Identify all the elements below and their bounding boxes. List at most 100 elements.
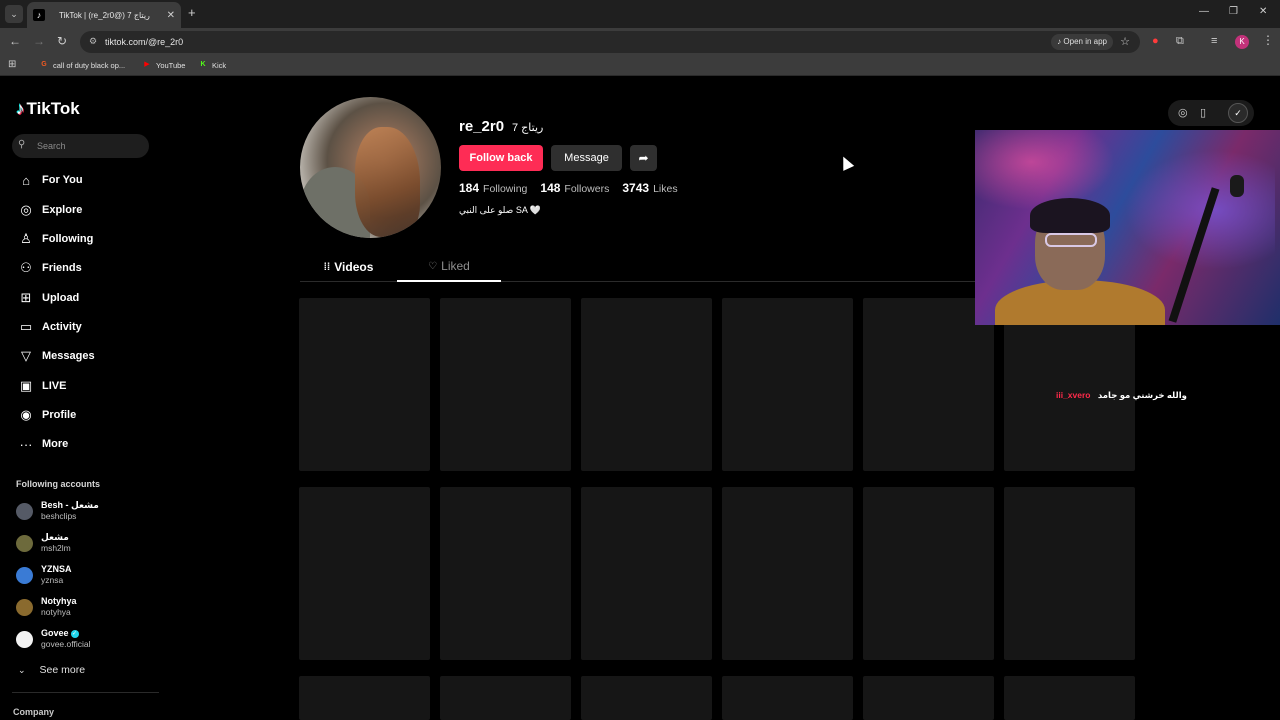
nav-for-you[interactable]: ⌂ For You — [16, 170, 83, 190]
nav-messages[interactable]: ▽ Messages — [16, 346, 95, 366]
bookmark-kick[interactable]: K Kick — [198, 60, 226, 70]
reload-icon[interactable]: ↻ — [57, 34, 67, 48]
bookmark-star-icon[interactable]: ☆ — [1120, 35, 1130, 48]
back-arrow-icon[interactable]: ← — [9, 34, 21, 48]
bookmark-cod[interactable]: G call of duty black op... — [39, 60, 125, 70]
browser-menu-icon[interactable]: ⋮ — [1262, 33, 1274, 47]
media-control-icon[interactable]: ≡ — [1211, 35, 1217, 47]
account-username: msh2lm — [41, 543, 71, 553]
streamer-hair — [1030, 198, 1110, 233]
followers-label[interactable]: Followers — [564, 183, 609, 195]
minimize-icon[interactable]: — — [1199, 6, 1209, 17]
bookmark-label: YouTube — [156, 60, 186, 70]
tab-liked-label: Liked — [441, 259, 470, 273]
video-tile-placeholder[interactable] — [440, 298, 571, 471]
browser-profile-avatar[interactable]: K — [1235, 35, 1249, 49]
user-avatar[interactable]: ✓ — [1228, 103, 1248, 123]
chat-text: والله خرشني مو جامد — [1097, 390, 1187, 400]
extension-red-icon[interactable]: ● — [1152, 35, 1159, 47]
account-name: YZNSA — [41, 564, 72, 574]
following-account-item[interactable]: Notyhya notyhya — [16, 596, 77, 618]
tiktok-note-icon: ♪ — [16, 99, 25, 118]
share-button[interactable]: ➦ — [630, 145, 657, 171]
extensions-puzzle-icon[interactable]: ⧉ — [1176, 35, 1184, 48]
bookmarks-bar: ⊞ G call of duty black op... ▶ YouTube K… — [0, 56, 1280, 76]
video-tile-placeholder[interactable] — [440, 676, 571, 720]
compass-icon: ◎ — [20, 202, 32, 217]
cod-favicon-icon: G — [41, 61, 47, 68]
profile-avatar — [300, 97, 441, 238]
video-tile-placeholder[interactable] — [722, 298, 853, 471]
video-tile-placeholder[interactable] — [722, 676, 853, 720]
video-tile-placeholder[interactable] — [581, 487, 712, 660]
nav-label: For You — [42, 174, 83, 186]
tab-videos[interactable]: ⁞⁞ Videos — [300, 252, 397, 282]
following-account-item[interactable]: مشعل msh2lm — [16, 532, 71, 554]
browser-tab-tiktok[interactable]: ♪ TikTok | (re_2r0@) ريتاج 7 ✕ — [27, 2, 181, 28]
bookmark-youtube[interactable]: ▶ YouTube — [142, 60, 185, 70]
nav-live[interactable]: ▣ LIVE — [16, 376, 67, 396]
coins-icon[interactable]: ◎ — [1178, 106, 1188, 119]
following-account-item[interactable]: Besh - مشعل beshclips — [16, 500, 99, 522]
address-bar[interactable]: ⚙ tiktok.com/@re_2r0 ♪ Open in app ☆ — [80, 31, 1140, 53]
video-tile-placeholder[interactable] — [863, 676, 994, 720]
video-tile-placeholder[interactable] — [1004, 487, 1135, 660]
nav-explore[interactable]: ◎ Explore — [16, 200, 82, 220]
tiktok-logo[interactable]: ♪ TikTok — [16, 99, 80, 119]
following-account-item[interactable]: Govee ✓ govee.official — [16, 628, 90, 650]
following-label[interactable]: Following — [483, 183, 527, 195]
activity-icon: ▭ — [19, 319, 33, 334]
nav-label: Friends — [42, 262, 82, 274]
nav-upload[interactable]: ⊞ Upload — [16, 288, 80, 308]
tab-close-icon[interactable]: ✕ — [167, 10, 175, 21]
tab-liked[interactable]: ♡ Liked — [397, 252, 501, 282]
following-count[interactable]: 184 — [459, 181, 479, 195]
tab-title: TikTok | (re_2r0@) ريتاج 7 — [59, 10, 150, 20]
site-info-icon[interactable]: ⚙ — [89, 36, 97, 47]
following-account-item[interactable]: YZNSA yznsa — [16, 564, 72, 586]
browser-toolbar: ← → ↻ ⚙ tiktok.com/@re_2r0 ♪ Open in app… — [0, 28, 1280, 56]
heart-lock-icon: ♡ — [428, 260, 438, 272]
video-tile-placeholder[interactable] — [299, 487, 430, 660]
nav-profile[interactable]: ◉ Profile — [16, 405, 76, 425]
nav-friends[interactable]: ⚇ Friends — [16, 258, 82, 278]
followers-count[interactable]: 148 — [540, 181, 560, 195]
see-more-button[interactable]: ⌄ See more — [18, 664, 85, 676]
header-actions: ◎ ▯ ✓ — [1168, 100, 1254, 126]
search-input[interactable]: ⚲ Search — [12, 134, 149, 158]
window-close-icon[interactable]: ✕ — [1259, 6, 1267, 17]
open-in-app-button[interactable]: ♪ Open in app — [1051, 34, 1113, 50]
nav-label: Following — [42, 233, 94, 245]
see-more-label: See more — [39, 664, 86, 676]
video-tile-placeholder[interactable] — [440, 487, 571, 660]
video-tile-placeholder[interactable] — [863, 487, 994, 660]
avatar — [16, 630, 33, 648]
account-name: Govee ✓ — [41, 628, 90, 639]
tab-videos-label: Videos — [334, 260, 374, 274]
video-tile-placeholder[interactable] — [1004, 676, 1135, 720]
friends-icon: ⚇ — [20, 260, 32, 275]
nav-following[interactable]: ♙ Following — [16, 229, 93, 249]
account-username: beshclips — [41, 511, 77, 521]
profile-username: re_2r0 — [459, 118, 505, 135]
nav-more[interactable]: ··· More — [16, 434, 69, 454]
video-tile-placeholder[interactable] — [299, 676, 430, 720]
url-text[interactable]: tiktok.com/@re_2r0 — [105, 37, 183, 47]
nav-activity[interactable]: ▭ Activity — [16, 317, 82, 337]
browser-tabbar: ⌄ ♪ TikTok | (re_2r0@) ريتاج 7 ✕ + — ❐ ✕ — [0, 0, 1280, 28]
following-icon: ♙ — [20, 231, 32, 246]
video-tile-placeholder[interactable] — [299, 298, 430, 471]
forward-arrow-icon[interactable]: → — [33, 34, 45, 48]
video-tile-placeholder[interactable] — [581, 676, 712, 720]
more-dots-icon: ··· — [19, 436, 33, 452]
message-button[interactable]: Message — [551, 145, 622, 171]
video-tile-placeholder[interactable] — [581, 298, 712, 471]
tab-list-chevron-icon[interactable]: ⌄ — [5, 5, 23, 23]
video-tile-placeholder[interactable] — [722, 487, 853, 660]
follow-back-button[interactable]: Follow back — [459, 145, 543, 171]
company-section-title[interactable]: Company — [13, 707, 54, 717]
restore-icon[interactable]: ❐ — [1229, 6, 1238, 17]
new-tab-button[interactable]: + — [188, 5, 196, 20]
apps-grid-icon[interactable]: ⊞ — [8, 59, 16, 70]
mobile-app-icon[interactable]: ▯ — [1200, 106, 1206, 119]
